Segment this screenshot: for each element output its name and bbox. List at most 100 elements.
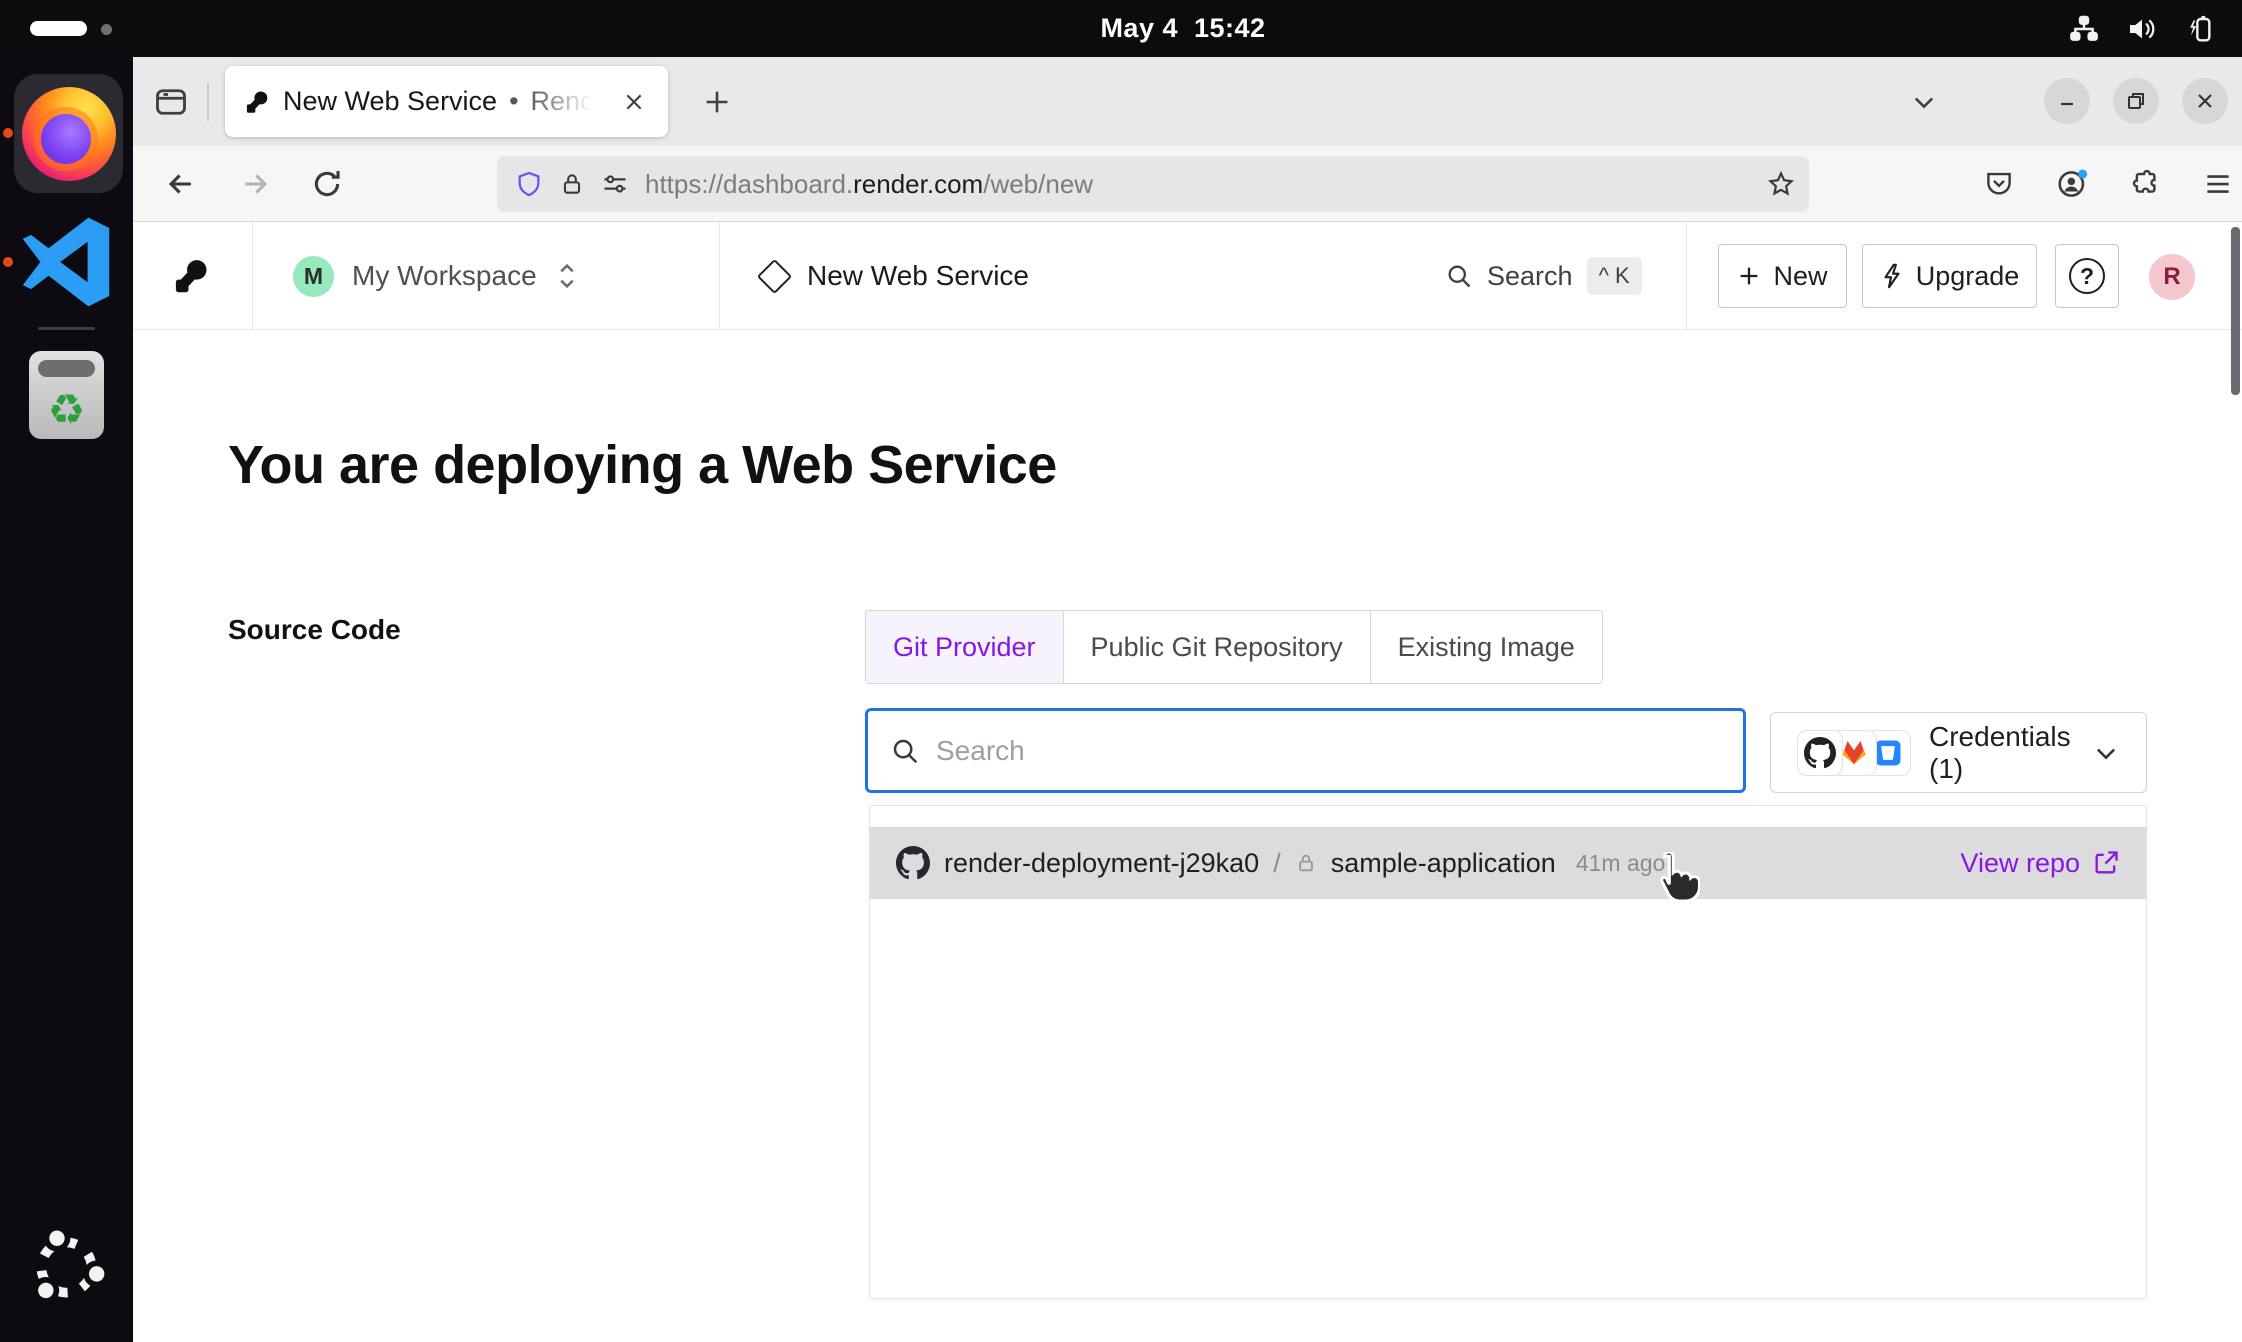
- tab-bar: New Web Service • Rend: [133, 57, 2242, 146]
- reload-icon: [310, 167, 344, 201]
- account-icon: [2056, 168, 2088, 200]
- provider-icons: [1797, 730, 1911, 776]
- repo-search-field[interactable]: [865, 708, 1746, 793]
- firefox-view-button[interactable]: [147, 78, 195, 126]
- lightning-icon: [1880, 263, 1904, 289]
- close-window-button[interactable]: [2182, 78, 2228, 124]
- github-icon: [1797, 730, 1843, 776]
- back-arrow-icon: [164, 167, 198, 201]
- puzzle-icon: [2130, 169, 2160, 199]
- credentials-label: Credentials (1): [1929, 721, 2092, 785]
- workspace-avatar: M: [293, 256, 334, 297]
- extensions-button[interactable]: [2121, 160, 2169, 208]
- tab-close-button[interactable]: [616, 84, 652, 120]
- new-button-label: New: [1773, 261, 1827, 292]
- github-icon: [896, 846, 930, 880]
- new-button[interactable]: New: [1718, 244, 1847, 308]
- dock-item-show-apps[interactable]: [26, 1227, 107, 1308]
- restore-button[interactable]: [2113, 78, 2159, 124]
- user-avatar[interactable]: R: [2149, 254, 2195, 300]
- close-icon: [2195, 91, 2215, 111]
- upgrade-button-label: Upgrade: [1916, 261, 2020, 292]
- recycle-icon: ♻︎: [48, 389, 86, 431]
- url-bar[interactable]: https://dashboard.render.com/web/new: [497, 156, 1809, 212]
- page-content: M My Workspace New Web Service Search: [133, 222, 2242, 1342]
- upgrade-button[interactable]: Upgrade: [1862, 244, 2037, 308]
- dock: ♻︎: [0, 57, 133, 1342]
- tab-existing-image[interactable]: Existing Image: [1370, 611, 1602, 683]
- help-icon: ?: [2069, 258, 2105, 294]
- url-text: https://dashboard.render.com/web/new: [645, 169, 1743, 200]
- dock-item-trash[interactable]: ♻︎: [29, 351, 104, 439]
- system-top-bar: May 4 15:42: [0, 0, 2242, 57]
- search-shortcut-badge: ^ K: [1587, 257, 1642, 295]
- vscode-running-dot: [3, 257, 13, 267]
- back-button[interactable]: [157, 160, 205, 208]
- firefox-view-icon: [153, 84, 189, 120]
- bookmark-star-button[interactable]: [1759, 162, 1803, 206]
- header-divider: [719, 222, 720, 330]
- list-all-tabs-button[interactable]: [1902, 82, 1946, 122]
- header-divider: [252, 222, 253, 330]
- view-repo-link[interactable]: View repo: [1960, 848, 2120, 879]
- search-label: Search: [1487, 261, 1573, 292]
- ubuntu-logo-icon: [26, 1227, 107, 1308]
- firefox-running-dot: [3, 128, 13, 138]
- system-clock[interactable]: May 4 15:42: [1100, 0, 1265, 57]
- window-controls: [2044, 78, 2228, 124]
- tab-public-git-repository[interactable]: Public Git Repository: [1063, 611, 1370, 683]
- chevron-down-icon: [2092, 739, 2120, 767]
- chevron-up-down-icon: [555, 261, 579, 291]
- new-tab-button[interactable]: [693, 78, 741, 126]
- lock-icon: [559, 171, 585, 197]
- workspace-selector[interactable]: M My Workspace: [293, 222, 579, 330]
- battery-charging-icon: [2184, 13, 2216, 45]
- account-button[interactable]: [2048, 160, 2096, 208]
- shield-icon: [515, 170, 543, 198]
- repo-separator: /: [1273, 848, 1281, 879]
- close-icon: [623, 91, 645, 113]
- repo-search-input[interactable]: [936, 735, 1721, 767]
- global-search[interactable]: Search ^ K: [1445, 222, 1642, 330]
- tab-title-dot: •: [509, 86, 518, 117]
- service-diamond-icon: [757, 258, 792, 293]
- navigation-toolbar: https://dashboard.render.com/web/new: [133, 146, 2242, 222]
- breadcrumb: New Web Service: [762, 222, 1029, 330]
- tab-git-provider[interactable]: Git Provider: [866, 611, 1063, 683]
- active-tab[interactable]: New Web Service • Rend: [225, 66, 668, 137]
- workspace-indicator-active[interactable]: [30, 21, 87, 36]
- page-scrollbar[interactable]: [2231, 227, 2240, 395]
- render-favicon: [245, 90, 269, 114]
- tab-title: New Web Service • Rend: [283, 86, 602, 117]
- repo-row[interactable]: render-deployment-j29ka0 / sample-applic…: [870, 827, 2146, 899]
- credentials-dropdown[interactable]: Credentials (1): [1770, 712, 2147, 793]
- workspace-indicator-dot[interactable]: [101, 24, 112, 35]
- url-domain: render.com: [853, 169, 983, 199]
- forward-arrow-icon: [238, 167, 272, 201]
- dock-item-firefox[interactable]: [14, 74, 123, 193]
- help-button[interactable]: ?: [2055, 244, 2119, 308]
- url-prefix: https://dashboard.: [645, 169, 853, 199]
- minimize-button[interactable]: [2044, 78, 2090, 124]
- app-header: M My Workspace New Web Service Search: [133, 222, 2242, 330]
- hamburger-menu-icon: [2203, 169, 2233, 199]
- source-code-label: Source Code: [228, 614, 401, 646]
- restore-icon: [2126, 91, 2146, 111]
- menu-button[interactable]: [2194, 160, 2242, 208]
- dock-item-vscode[interactable]: [21, 217, 111, 307]
- firefox-icon: [22, 87, 116, 181]
- reload-button[interactable]: [303, 160, 351, 208]
- system-tray[interactable]: [2068, 0, 2216, 57]
- trash-lid: [38, 360, 95, 377]
- page-heading: You are deploying a Web Service: [228, 434, 1057, 496]
- forward-button[interactable]: [231, 160, 279, 208]
- repo-list-panel: render-deployment-j29ka0 / sample-applic…: [869, 805, 2147, 1299]
- render-logo-icon: [173, 258, 209, 294]
- repo-info: render-deployment-j29ka0 / sample-applic…: [896, 846, 1960, 880]
- chevron-down-icon: [1910, 88, 1938, 116]
- pocket-button[interactable]: [1975, 160, 2023, 208]
- search-icon: [1445, 262, 1473, 290]
- page-title: New Web Service: [807, 260, 1029, 292]
- minimize-icon: [2057, 91, 2077, 111]
- pocket-icon: [1984, 169, 2014, 199]
